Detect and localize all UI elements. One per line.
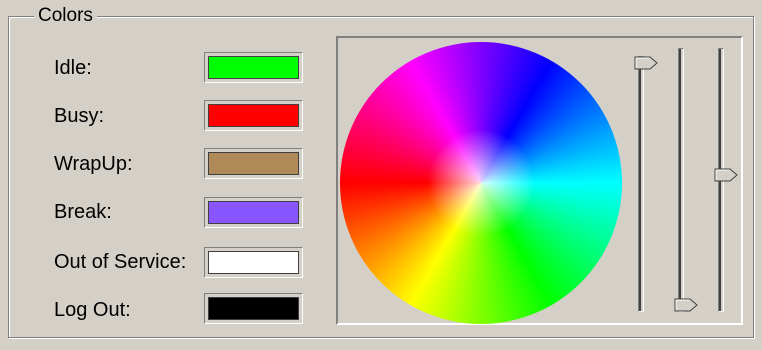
wrapup-color-button[interactable]: [204, 148, 303, 179]
idle-color-swatch: [208, 56, 299, 79]
idle-color-button[interactable]: [204, 52, 303, 83]
busy-label: Busy:: [54, 105, 105, 127]
break-label: Break:: [54, 201, 112, 223]
out-of-service-label: Out of Service:: [54, 251, 187, 273]
idle-label: Idle:: [54, 57, 92, 79]
wrapup-label: WrapUp:: [54, 153, 133, 175]
break-color-swatch: [208, 201, 299, 224]
busy-color-button[interactable]: [204, 100, 303, 131]
log-out-label: Log Out:: [54, 299, 131, 321]
slider-2-thumb[interactable]: [674, 298, 698, 312]
colors-panel: Colors Idle: Busy: WrapUp: Break: Out of…: [0, 0, 762, 350]
slider-1-track[interactable]: [638, 56, 644, 312]
slider-2-track[interactable]: [678, 48, 684, 312]
slider-1-thumb[interactable]: [634, 56, 658, 70]
slider-3-thumb[interactable]: [714, 168, 738, 182]
hue-wheel[interactable]: [340, 42, 622, 324]
out-of-service-color-swatch: [208, 251, 299, 274]
wrapup-color-swatch: [208, 152, 299, 175]
log-out-color-swatch: [208, 297, 299, 320]
busy-color-swatch: [208, 104, 299, 127]
break-color-button[interactable]: [204, 197, 303, 228]
log-out-color-button[interactable]: [204, 293, 303, 324]
out-of-service-color-button[interactable]: [204, 247, 303, 278]
group-title: Colors: [34, 5, 97, 27]
